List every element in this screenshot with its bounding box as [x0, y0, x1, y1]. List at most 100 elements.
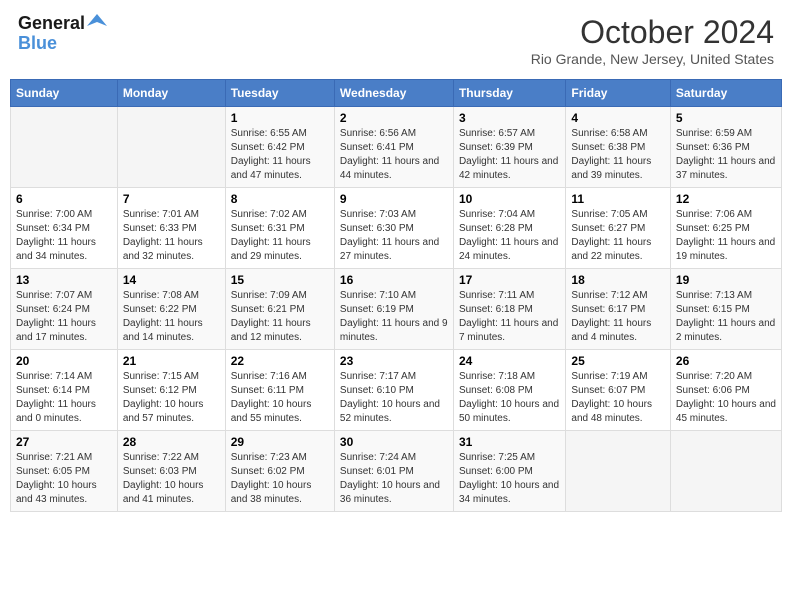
calendar-cell: 22 Sunrise: 7:16 AMSunset: 6:11 PMDayligh… — [225, 350, 334, 431]
day-info: Sunrise: 7:06 AMSunset: 6:25 PMDaylight:… — [676, 208, 776, 264]
calendar-cell: 19 Sunrise: 7:13 AMSunset: 6:15 PMDayligh… — [670, 269, 781, 350]
logo-text-general: General — [18, 14, 85, 34]
day-number: 6 — [16, 192, 112, 206]
calendar-cell: 29 Sunrise: 7:23 AMSunset: 6:02 PMDayligh… — [225, 431, 334, 512]
calendar-cell — [117, 107, 225, 188]
calendar-cell: 7Sunrise: 7:01 AMSunset: 6:33 PMDaylight… — [117, 188, 225, 269]
day-number: 24 — [459, 354, 560, 368]
day-number: 26 — [676, 354, 776, 368]
day-number: 19 — [676, 273, 776, 287]
day-number: 2 — [340, 111, 448, 125]
calendar-header-row: SundayMondayTuesdayWednesdayThursdayFrid… — [11, 80, 782, 107]
day-number: 11 — [571, 192, 664, 206]
day-info: Sunrise: 7:02 AMSunset: 6:31 PMDaylight:… — [231, 208, 329, 264]
title-section: October 2024 Rio Grande, New Jersey, Uni… — [531, 14, 774, 67]
day-info: Sunrise: 7:05 AMSunset: 6:27 PMDaylight:… — [571, 208, 664, 264]
header-saturday: Saturday — [670, 80, 781, 107]
calendar-cell: 2 Sunrise: 6:56 AMSunset: 6:41 PMDaylight… — [334, 107, 453, 188]
calendar-cell: 30Sunrise: 7:24 AMSunset: 6:01 PMDayligh… — [334, 431, 453, 512]
day-info: Sunrise: 7:10 AMSunset: 6:19 PMDaylight:… — [340, 289, 448, 345]
logo-text-blue: Blue — [18, 34, 57, 54]
calendar-cell: 26 Sunrise: 7:20 AMSunset: 6:06 PMDayligh… — [670, 350, 781, 431]
day-info: Sunrise: 7:24 AMSunset: 6:01 PMDaylight:… — [340, 451, 448, 507]
header-wednesday: Wednesday — [334, 80, 453, 107]
logo: General Blue — [18, 14, 107, 54]
day-number: 5 — [676, 111, 776, 125]
day-info: Sunrise: 7:13 AMSunset: 6:15 PMDaylight:… — [676, 289, 776, 345]
calendar-cell: 18 Sunrise: 7:12 AMSunset: 6:17 PMDayligh… — [566, 269, 670, 350]
day-info: Sunrise: 6:56 AMSunset: 6:41 PMDaylight:… — [340, 127, 448, 183]
header-thursday: Thursday — [453, 80, 565, 107]
calendar-cell — [11, 107, 118, 188]
day-number: 18 — [571, 273, 664, 287]
day-info: Sunrise: 7:17 AMSunset: 6:10 PMDaylight:… — [340, 370, 448, 426]
calendar-cell: 28 Sunrise: 7:22 AMSunset: 6:03 PMDayligh… — [117, 431, 225, 512]
calendar-cell: 6 Sunrise: 7:00 AMSunset: 6:34 PMDaylight… — [11, 188, 118, 269]
header-monday: Monday — [117, 80, 225, 107]
day-number: 15 — [231, 273, 329, 287]
day-number: 13 — [16, 273, 112, 287]
day-info: Sunrise: 7:12 AMSunset: 6:17 PMDaylight:… — [571, 289, 664, 345]
day-info: Sunrise: 7:22 AMSunset: 6:03 PMDaylight:… — [123, 451, 220, 507]
day-number: 28 — [123, 435, 220, 449]
day-info: Sunrise: 7:20 AMSunset: 6:06 PMDaylight:… — [676, 370, 776, 426]
day-info: Sunrise: 7:18 AMSunset: 6:08 PMDaylight:… — [459, 370, 560, 426]
calendar-cell: 25 Sunrise: 7:19 AMSunset: 6:07 PMDayligh… — [566, 350, 670, 431]
day-number: 7 — [123, 192, 220, 206]
day-info: Sunrise: 7:16 AMSunset: 6:11 PMDaylight:… — [231, 370, 329, 426]
calendar-cell: 11 Sunrise: 7:05 AMSunset: 6:27 PMDayligh… — [566, 188, 670, 269]
calendar-cell: 15 Sunrise: 7:09 AMSunset: 6:21 PMDayligh… — [225, 269, 334, 350]
calendar-cell: 17 Sunrise: 7:11 AMSunset: 6:18 PMDayligh… — [453, 269, 565, 350]
calendar-cell: 4Sunrise: 6:58 AMSunset: 6:38 PMDaylight… — [566, 107, 670, 188]
day-number: 8 — [231, 192, 329, 206]
calendar-week-row: 20 Sunrise: 7:14 AMSunset: 6:14 PMDayligh… — [11, 350, 782, 431]
page-header: General Blue October 2024 Rio Grande, Ne… — [10, 10, 782, 71]
calendar-cell: 31 Sunrise: 7:25 AMSunset: 6:00 PMDayligh… — [453, 431, 565, 512]
day-info: Sunrise: 7:23 AMSunset: 6:02 PMDaylight:… — [231, 451, 329, 507]
day-info: Sunrise: 7:21 AMSunset: 6:05 PMDaylight:… — [16, 451, 112, 507]
day-info: Sunrise: 7:15 AMSunset: 6:12 PMDaylight:… — [123, 370, 220, 426]
day-number: 9 — [340, 192, 448, 206]
day-info: Sunrise: 6:59 AMSunset: 6:36 PMDaylight:… — [676, 127, 776, 183]
header-tuesday: Tuesday — [225, 80, 334, 107]
calendar-cell: 1Sunrise: 6:55 AMSunset: 6:42 PMDaylight… — [225, 107, 334, 188]
calendar-week-row: 13 Sunrise: 7:07 AMSunset: 6:24 PMDayligh… — [11, 269, 782, 350]
day-number: 31 — [459, 435, 560, 449]
calendar-cell — [670, 431, 781, 512]
day-info: Sunrise: 7:09 AMSunset: 6:21 PMDaylight:… — [231, 289, 329, 345]
day-info: Sunrise: 7:11 AMSunset: 6:18 PMDaylight:… — [459, 289, 560, 345]
calendar-cell: 20 Sunrise: 7:14 AMSunset: 6:14 PMDayligh… — [11, 350, 118, 431]
calendar-week-row: 1Sunrise: 6:55 AMSunset: 6:42 PMDaylight… — [11, 107, 782, 188]
calendar-cell: 10Sunrise: 7:04 AMSunset: 6:28 PMDayligh… — [453, 188, 565, 269]
calendar-week-row: 27 Sunrise: 7:21 AMSunset: 6:05 PMDayligh… — [11, 431, 782, 512]
header-sunday: Sunday — [11, 80, 118, 107]
day-number: 12 — [676, 192, 776, 206]
day-info: Sunrise: 6:57 AMSunset: 6:39 PMDaylight:… — [459, 127, 560, 183]
calendar-cell: 16 Sunrise: 7:10 AMSunset: 6:19 PMDayligh… — [334, 269, 453, 350]
day-info: Sunrise: 7:08 AMSunset: 6:22 PMDaylight:… — [123, 289, 220, 345]
day-number: 29 — [231, 435, 329, 449]
day-info: Sunrise: 7:07 AMSunset: 6:24 PMDaylight:… — [16, 289, 112, 345]
day-info: Sunrise: 7:04 AMSunset: 6:28 PMDaylight:… — [459, 208, 560, 264]
day-number: 3 — [459, 111, 560, 125]
calendar-cell: 24 Sunrise: 7:18 AMSunset: 6:08 PMDayligh… — [453, 350, 565, 431]
day-number: 16 — [340, 273, 448, 287]
day-info: Sunrise: 7:19 AMSunset: 6:07 PMDaylight:… — [571, 370, 664, 426]
calendar-cell: 21Sunrise: 7:15 AMSunset: 6:12 PMDayligh… — [117, 350, 225, 431]
day-number: 17 — [459, 273, 560, 287]
day-number: 4 — [571, 111, 664, 125]
day-info: Sunrise: 6:55 AMSunset: 6:42 PMDaylight:… — [231, 127, 329, 183]
day-number: 20 — [16, 354, 112, 368]
calendar-cell: 3 Sunrise: 6:57 AMSunset: 6:39 PMDaylight… — [453, 107, 565, 188]
calendar-week-row: 6 Sunrise: 7:00 AMSunset: 6:34 PMDaylight… — [11, 188, 782, 269]
calendar-cell: 9Sunrise: 7:03 AMSunset: 6:30 PMDaylight… — [334, 188, 453, 269]
day-number: 27 — [16, 435, 112, 449]
day-number: 25 — [571, 354, 664, 368]
logo-bird-icon — [87, 12, 107, 32]
header-friday: Friday — [566, 80, 670, 107]
day-number: 22 — [231, 354, 329, 368]
day-info: Sunrise: 7:25 AMSunset: 6:00 PMDaylight:… — [459, 451, 560, 507]
location-text: Rio Grande, New Jersey, United States — [531, 51, 774, 67]
day-info: Sunrise: 7:00 AMSunset: 6:34 PMDaylight:… — [16, 208, 112, 264]
day-info: Sunrise: 7:14 AMSunset: 6:14 PMDaylight:… — [16, 370, 112, 426]
